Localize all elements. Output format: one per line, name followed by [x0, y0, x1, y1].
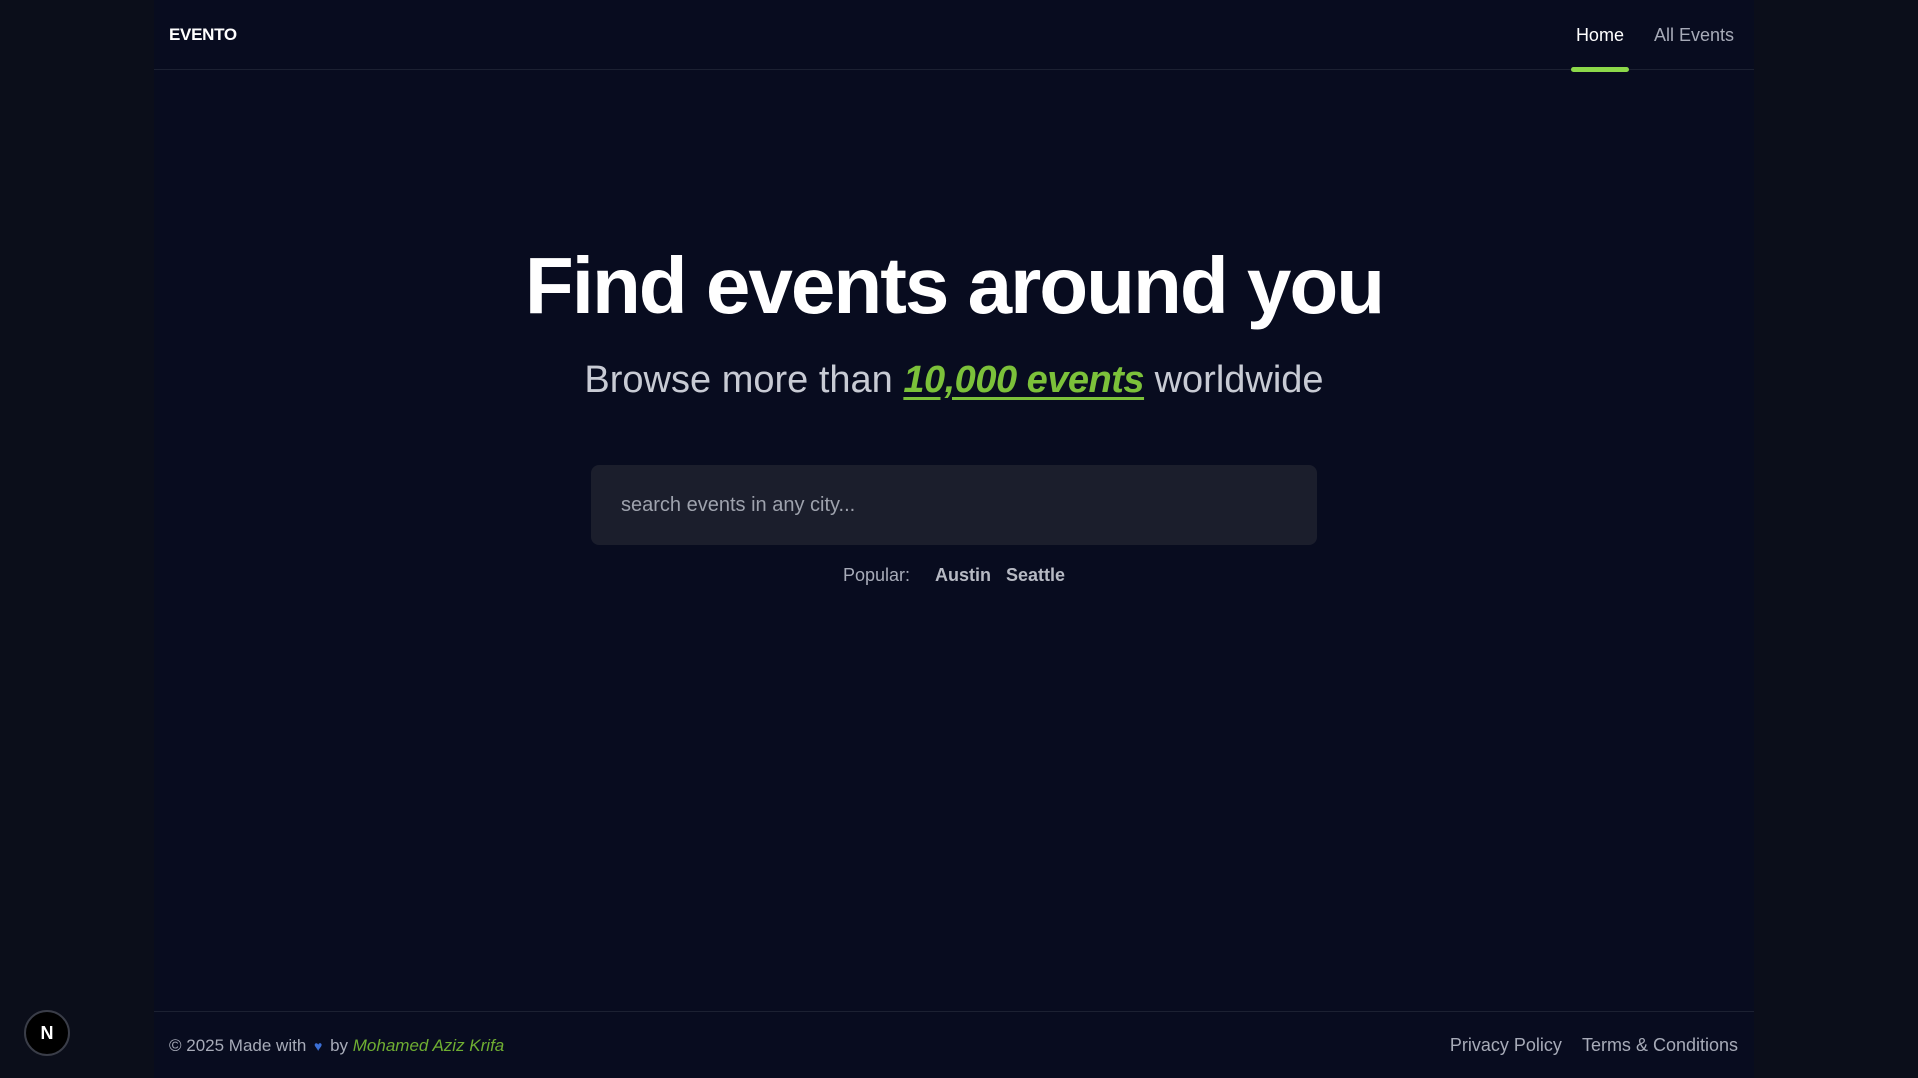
hero-subtitle-suffix: worldwide — [1154, 359, 1324, 401]
hero-subtitle-prefix: Browse more than — [584, 359, 893, 401]
nextjs-logo-icon: N — [40, 1022, 54, 1043]
site-header: EVENTO Home All Events — [154, 0, 1754, 72]
hero-subtitle: Browse more than 10,000 events worldwide — [154, 356, 1754, 404]
footer-credit: © 2025 Made with ♥ by Mohamed Aziz Krifa — [169, 1036, 504, 1056]
terms-link[interactable]: Terms & Conditions — [1582, 1035, 1738, 1056]
nav-all-events[interactable]: All Events — [1654, 0, 1734, 70]
copyright-text: © 2025 Made with — [169, 1036, 307, 1055]
hero-title: Find events around you — [524, 241, 1385, 330]
site-footer: © 2025 Made with ♥ by Mohamed Aziz Krifa… — [154, 1011, 1754, 1078]
scrollbar[interactable] — [1908, 0, 1918, 1078]
main-nav: Home All Events — [1570, 0, 1734, 72]
page: EVENTO Home All Events Find events aroun… — [0, 0, 1918, 1078]
popular-cities: Popular: Austin Seattle — [154, 565, 1754, 586]
privacy-policy-link[interactable]: Privacy Policy — [1450, 1035, 1562, 1056]
nextjs-dev-badge[interactable]: N — [24, 1010, 70, 1056]
popular-city-seattle[interactable]: Seattle — [1006, 565, 1065, 585]
events-count-link[interactable]: 10,000 events — [903, 359, 1144, 401]
hero-section: Find events around you Browse more than … — [154, 240, 1754, 404]
active-nav-indicator — [1570, 67, 1629, 72]
footer-links: Privacy Policy Terms & Conditions — [1450, 1035, 1738, 1056]
logo[interactable]: EVENTO — [169, 25, 237, 45]
author-name: Mohamed Aziz Krifa — [352, 1036, 505, 1055]
by-text: by — [330, 1036, 349, 1055]
main-container: EVENTO Home All Events Find events aroun… — [154, 0, 1754, 1078]
heart-icon: ♥ — [314, 1038, 323, 1054]
nav-home-label: Home — [1575, 24, 1624, 45]
nav-home[interactable]: Home — [1570, 0, 1629, 72]
nav-all-events-label: All Events — [1653, 24, 1734, 45]
search-input[interactable] — [591, 465, 1317, 545]
popular-label: Popular: — [842, 565, 910, 585]
popular-city-austin[interactable]: Austin — [935, 565, 991, 585]
